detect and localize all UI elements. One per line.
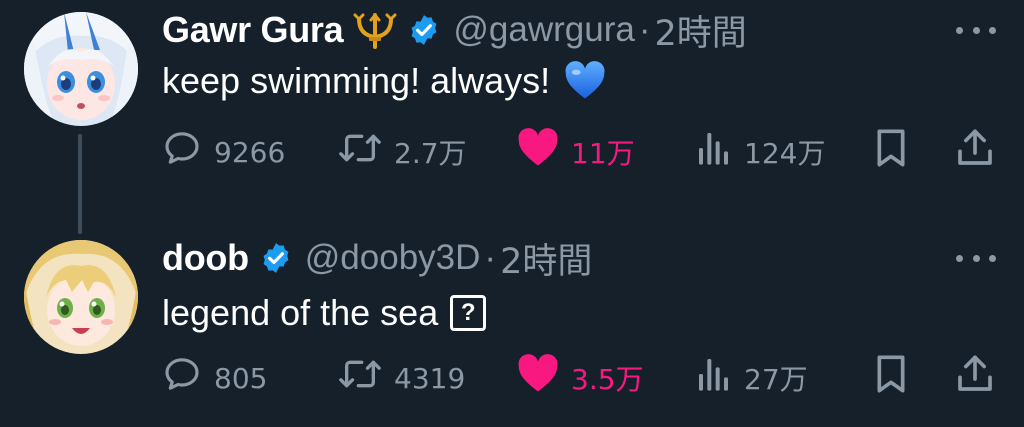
like-count: 3.5万 xyxy=(571,363,644,396)
user-handle[interactable]: @dooby3D xyxy=(305,238,481,278)
bookmark-icon xyxy=(874,354,908,402)
avatar-dooby3d[interactable] xyxy=(24,240,138,354)
more-options-icon[interactable] xyxy=(956,248,996,268)
share-button[interactable] xyxy=(956,354,994,402)
retweet-icon xyxy=(338,354,382,402)
share-icon xyxy=(956,354,994,402)
verified-badge-icon xyxy=(259,241,293,275)
tweet-text-content: legend of the sea xyxy=(162,292,439,333)
like-heart-icon xyxy=(517,354,559,402)
like-button[interactable]: 3.5万 xyxy=(517,354,644,402)
reply-count: 805 xyxy=(214,361,268,395)
bookmark-button[interactable] xyxy=(874,354,908,402)
reply-button[interactable]: 805 xyxy=(162,356,267,400)
tweet-dooby3d[interactable]: doob @dooby3D · 2時間 legend of the sea ? … xyxy=(0,0,1024,427)
views-count: 27万 xyxy=(744,363,808,396)
action-bar: 805 4319 3.5万 27万 xyxy=(0,354,1024,402)
missing-glyph-box: ? xyxy=(450,295,487,331)
views-button[interactable]: 27万 xyxy=(696,356,808,400)
tweet-text: legend of the sea ? xyxy=(162,290,487,336)
views-chart-icon xyxy=(696,354,732,402)
retweet-button[interactable]: 4319 xyxy=(338,356,465,400)
retweet-count: 4319 xyxy=(394,361,466,395)
separator-dot: · xyxy=(484,238,497,277)
reply-icon xyxy=(162,354,202,402)
display-name[interactable]: doob xyxy=(162,237,249,279)
timestamp[interactable]: 2時間 xyxy=(500,233,592,284)
tweet-header: doob @dooby3D · 2時間 xyxy=(162,237,592,282)
